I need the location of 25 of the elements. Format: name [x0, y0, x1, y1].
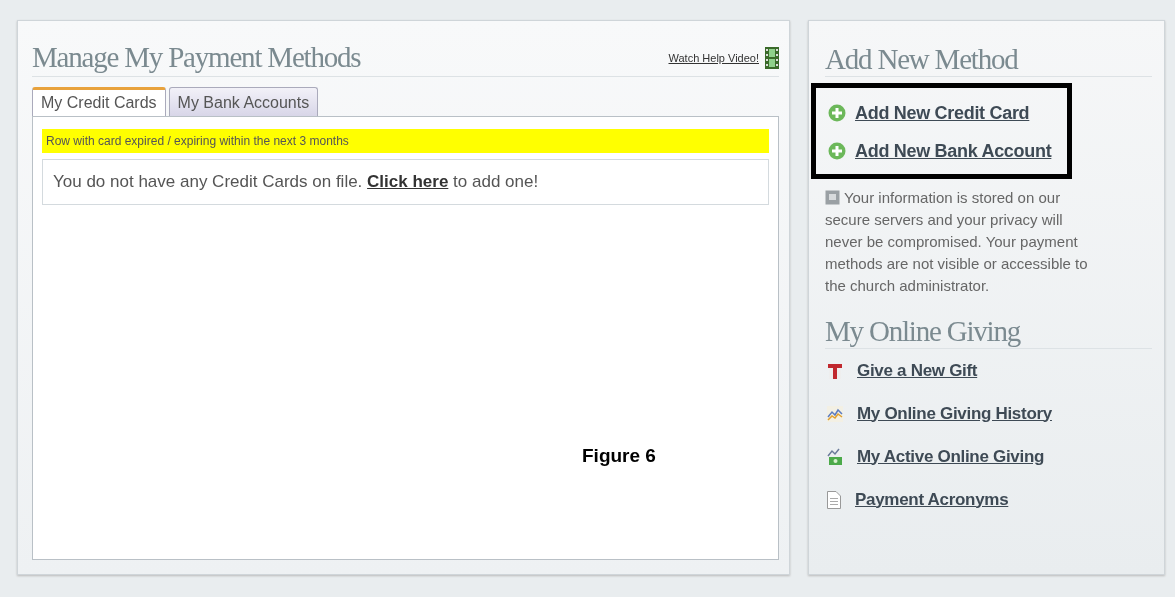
tab[interactable]: My Credit Cards [32, 87, 166, 116]
document-icon [827, 490, 841, 509]
add-method-link[interactable]: Add New Credit Card [855, 102, 1030, 124]
legend-bar: Row with card expired / expiring within the next 3 months [42, 129, 769, 153]
giving-link[interactable]: Payment Acronyms [855, 489, 1009, 510]
safe-icon [825, 190, 840, 205]
section-title: Add New Method [825, 43, 1152, 77]
film-icon [765, 46, 779, 69]
line-chart-icon [827, 405, 843, 422]
panel-title: Manage My Payment Methods [32, 41, 362, 74]
giving-link[interactable]: My Active Online Giving [857, 446, 1045, 467]
add-method-link[interactable]: Add New Bank Account [855, 140, 1052, 162]
chart-money-icon [827, 447, 843, 466]
plus-icon [828, 104, 846, 122]
plus-icon [828, 142, 846, 160]
gift-icon [827, 361, 843, 380]
section-title: My Online Giving [825, 315, 1152, 349]
giving-link[interactable]: My Online Giving History [857, 403, 1052, 424]
figure-caption: Figure 6 [582, 445, 656, 467]
empty-message: You do not have any Credit Cards on file. Click here to add one! [42, 159, 769, 205]
help-video-link[interactable]: Watch Help Video! [668, 51, 759, 64]
tab[interactable]: My Bank Accounts [168, 87, 319, 116]
click-here-link[interactable]: Click here [367, 172, 449, 191]
giving-link[interactable]: Give a New Gift [857, 360, 978, 381]
privacy-note: Your information is stored on our secure servers and your privacy will never be compromised. Your payment methods are not visible or accessible to the church administrator. [825, 188, 1089, 296]
